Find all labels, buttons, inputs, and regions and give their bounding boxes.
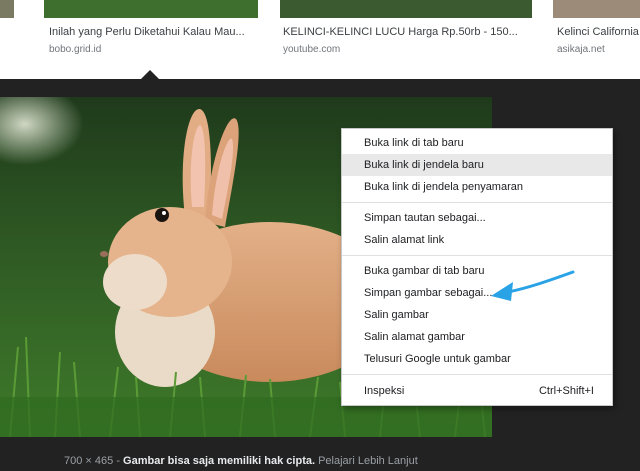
annotation-arrow-icon bbox=[491, 270, 575, 301]
